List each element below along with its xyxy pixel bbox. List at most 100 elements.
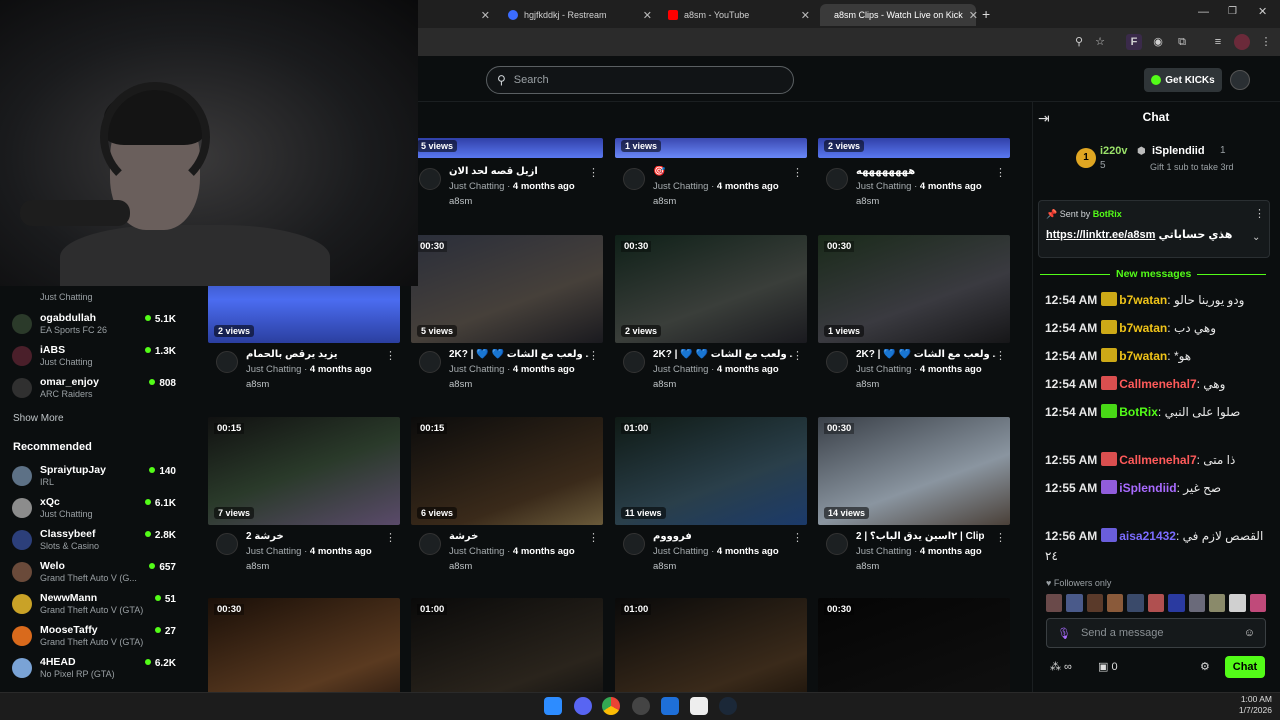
channel-avatar[interactable] <box>623 351 645 373</box>
clip-options-icon[interactable]: ⋮ <box>792 531 803 544</box>
clip-category[interactable]: Just Chatting <box>653 546 708 557</box>
clip-channel[interactable]: a8sm <box>449 379 472 390</box>
bookmark-star-icon[interactable]: ☆ <box>1092 34 1108 50</box>
maximize-icon[interactable]: ❐ <box>1228 6 1237 17</box>
windows-start-icon[interactable] <box>544 697 562 715</box>
clip-channel[interactable]: a8sm <box>246 379 269 390</box>
channel-avatar[interactable] <box>826 168 848 190</box>
zoom-icon[interactable]: ⚲ <box>1071 34 1087 50</box>
minimize-icon[interactable]: — <box>1198 6 1209 18</box>
clip-category[interactable]: Just Chatting <box>653 364 708 375</box>
chat-username[interactable]: aisa21432 <box>1119 529 1176 543</box>
clip-title[interactable]: فروووم <box>653 531 793 542</box>
sidebar-item-xqc[interactable]: xQc Just Chatting 6.1K <box>12 495 192 525</box>
profile-avatar[interactable] <box>1234 34 1250 50</box>
clip-options-icon[interactable]: ⋮ <box>792 349 803 362</box>
tab-restream[interactable]: hgjfkddkj - Restream ✕ <box>500 4 660 26</box>
emoji-icon[interactable]: ☺ <box>1244 627 1255 639</box>
clip-category[interactable]: Just Chatting <box>246 546 301 557</box>
send-chat-button[interactable]: Chat <box>1225 656 1265 678</box>
clip-category[interactable]: Just Chatting <box>856 181 911 192</box>
clip-channel[interactable]: a8sm <box>856 561 879 572</box>
sidebar-item-newwmann[interactable]: NewwMann Grand Theft Auto V (GTA) 51 <box>12 591 192 621</box>
clip-channel[interactable]: a8sm <box>856 196 879 207</box>
clip-channel[interactable]: a8sm <box>653 379 676 390</box>
clip-channel[interactable]: a8sm <box>246 561 269 572</box>
search-input[interactable]: Search <box>514 74 549 86</box>
channel-avatar[interactable] <box>826 351 848 373</box>
channel-avatar[interactable] <box>216 533 238 555</box>
clip-channel[interactable]: a8sm <box>653 196 676 207</box>
sidebar-item-moosetaffy[interactable]: MooseTaffy Grand Theft Auto V (GTA) 27 <box>12 623 192 653</box>
chrome-icon[interactable] <box>602 697 620 715</box>
sidebar-item-4head[interactable]: 4HEAD No Pixel RP (GTA) 6.2K <box>12 655 192 685</box>
sidebar-item-welo[interactable]: Welo Grand Theft Auto V (G... 657 <box>12 559 192 589</box>
sidebar-item-ogabdullah[interactable]: ogabdullah EA Sports FC 26 5.1K <box>12 311 192 341</box>
clip-title[interactable]: يزيد يرقص بالحمام <box>246 349 386 360</box>
clip-title[interactable]: 2K? | 💙 💙 ولعب مع الشات ... <box>856 349 996 360</box>
clip-title[interactable]: ههههههههه <box>856 166 996 177</box>
clip-thumbnail[interactable]: 00:30 <box>818 598 1010 706</box>
gifter-name[interactable]: i220v <box>1100 145 1128 157</box>
emote-icon[interactable] <box>1127 594 1144 612</box>
clip-channel[interactable]: a8sm <box>653 561 676 572</box>
emote-icon[interactable] <box>1107 594 1124 612</box>
emote-icon[interactable] <box>1086 594 1104 612</box>
clip-thumbnail[interactable]: 00:15 7 views <box>208 417 400 525</box>
clip-category[interactable]: Just Chatting <box>246 364 301 375</box>
tab-partial[interactable]: ✕ <box>418 4 498 26</box>
show-more-link[interactable]: Show More <box>13 413 64 424</box>
get-kicks-button[interactable]: Get KICKs <box>1144 68 1222 92</box>
clip-title[interactable]: 2K? | 💙 💙 ولعب مع الشات ... <box>653 349 793 360</box>
emote-icon[interactable] <box>1066 594 1083 612</box>
chat-username[interactable]: b7watan <box>1119 293 1167 307</box>
channel-points-icon[interactable]: ⁂ ∞ <box>1050 660 1072 673</box>
close-tab-icon[interactable]: ✕ <box>801 9 810 22</box>
chat-username[interactable]: iSplendiid <box>1119 481 1176 495</box>
clip-options-icon[interactable]: ⋮ <box>995 166 1006 179</box>
clip-title[interactable]: خرشة <box>449 531 589 542</box>
kicks-balance[interactable]: ▣ 0 <box>1098 660 1118 673</box>
clip-options-icon[interactable]: ⋮ <box>588 531 599 544</box>
clip-options-icon[interactable]: ⋮ <box>995 349 1006 362</box>
media-control-icon[interactable]: ≡ <box>1210 34 1226 50</box>
new-tab-button[interactable]: + <box>982 6 990 22</box>
pinned-options-icon[interactable]: ⋮ <box>1254 207 1265 220</box>
clip-title[interactable]: 🎯 <box>653 166 793 177</box>
clip-options-icon[interactable]: ⋮ <box>588 349 599 362</box>
clip-options-icon[interactable]: ⋮ <box>792 166 803 179</box>
clip-category[interactable]: Just Chatting <box>856 364 911 375</box>
clip-thumbnail[interactable]: 00:30 14 views <box>818 417 1010 525</box>
clip-channel[interactable]: a8sm <box>449 196 472 207</box>
chat-settings-icon[interactable]: ⚙ <box>1200 660 1210 673</box>
clip-thumbnail[interactable]: 00:30 1 views <box>818 235 1010 343</box>
clip-thumbnail[interactable]: 00:30 2 views <box>615 235 807 343</box>
close-window-icon[interactable]: ✕ <box>1258 5 1267 18</box>
emote-icon[interactable] <box>1168 594 1185 612</box>
close-tab-icon[interactable]: ✕ <box>643 9 652 22</box>
channel-avatar[interactable] <box>216 351 238 373</box>
clip-thumbnail[interactable]: 01:00 <box>615 598 807 706</box>
clip-channel[interactable]: a8sm <box>856 379 879 390</box>
sidebar-item-omar_enjoy[interactable]: omar_enjoy ARC Raiders 808 <box>12 375 192 405</box>
top-sub-name[interactable]: iSplendiid <box>1152 145 1205 157</box>
clip-title[interactable]: 2K? | 💙 💙 ولعب مع الشات ... <box>449 349 589 360</box>
chat-username[interactable]: b7watan <box>1119 321 1167 335</box>
clip-options-icon[interactable]: ⋮ <box>385 349 396 362</box>
clip-category[interactable]: Just Chatting <box>449 181 504 192</box>
clip-category[interactable]: Just Chatting <box>653 181 708 192</box>
steam-icon[interactable] <box>719 697 737 715</box>
clip-title[interactable]: 2 | ٢اسين يدق الباب؟ | Clip <box>856 531 996 542</box>
clip-thumbnail[interactable]: 00:30 <box>208 598 400 706</box>
discord-icon[interactable] <box>574 697 592 715</box>
chat-username[interactable]: BotRix <box>1119 405 1158 419</box>
emote-icon[interactable] <box>1188 594 1205 612</box>
clip-title[interactable]: خرشة 2 <box>246 531 386 542</box>
channel-avatar[interactable] <box>623 168 645 190</box>
user-avatar[interactable] <box>1230 70 1250 90</box>
chat-username[interactable]: b7watan <box>1119 349 1167 363</box>
emote-icon[interactable] <box>1208 594 1226 612</box>
clip-options-icon[interactable]: ⋮ <box>588 166 599 179</box>
clip-options-icon[interactable]: ⋮ <box>995 531 1006 544</box>
close-tab-icon[interactable]: ✕ <box>481 9 490 22</box>
